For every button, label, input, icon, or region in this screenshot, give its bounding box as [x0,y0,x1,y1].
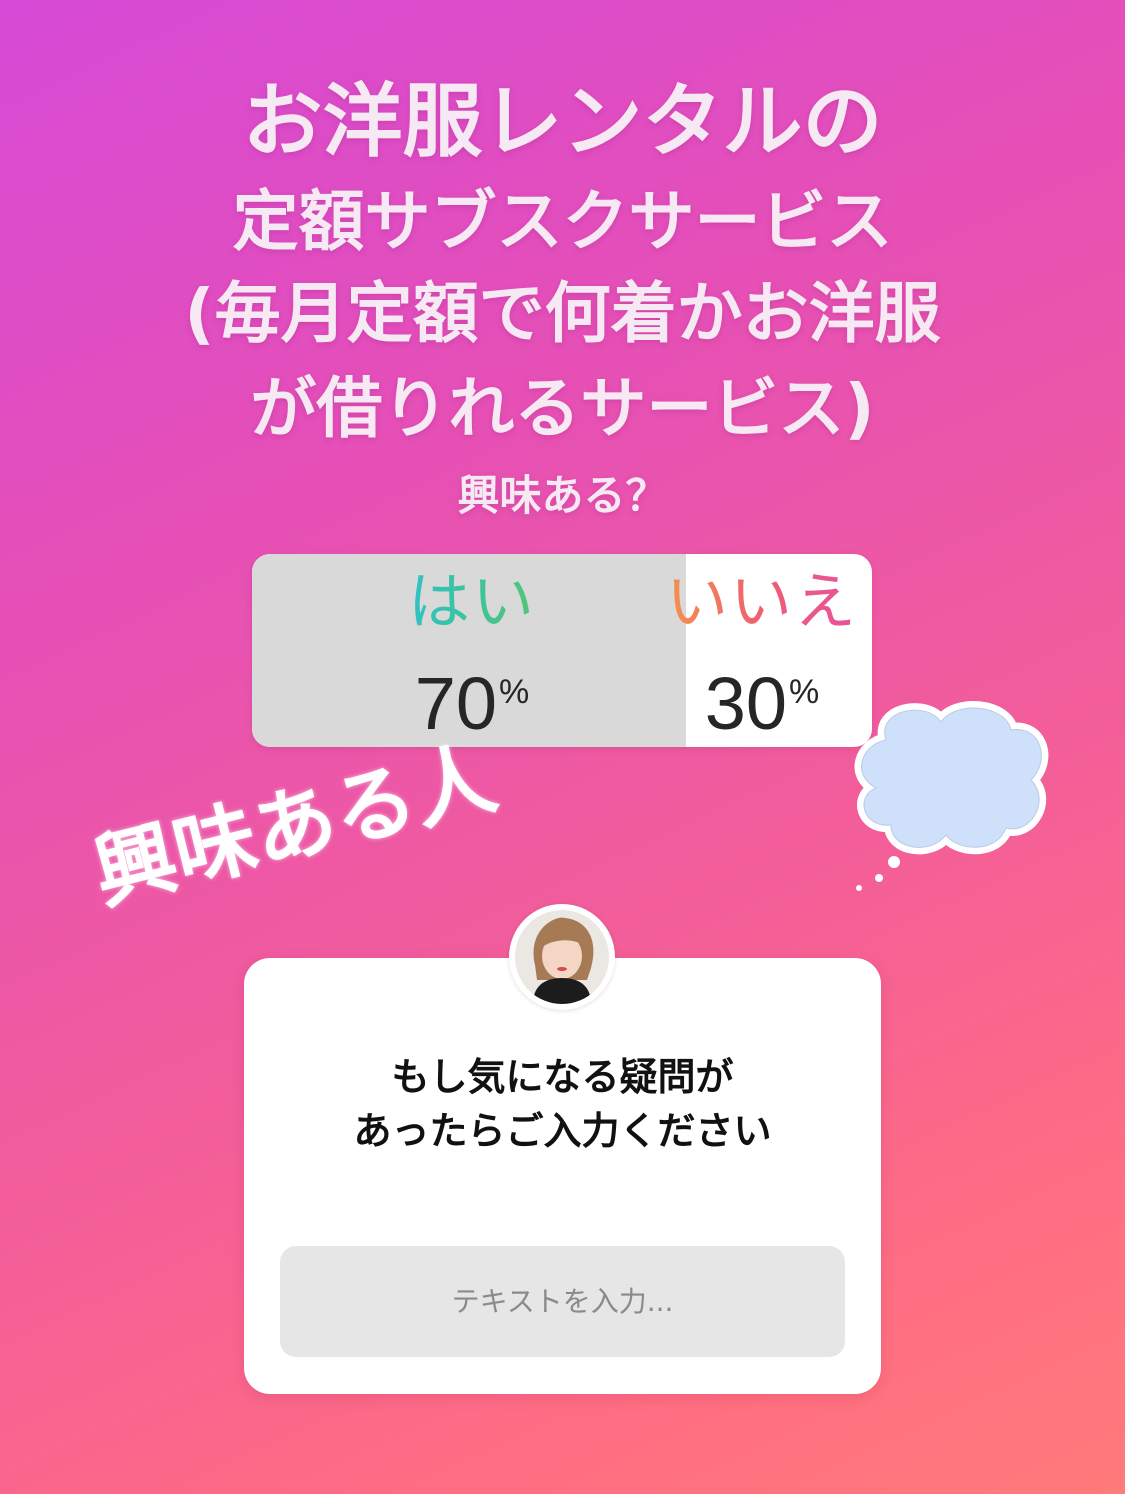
question-answer-input[interactable] [280,1246,845,1357]
poll-option-yes-percent: 70 [414,662,498,745]
poll-option-yes-percent-sign: % [499,673,530,711]
caption-text: 興味ある人 [84,730,506,923]
poll-option-yes[interactable]: はい 70% [362,554,582,747]
question-prompt-line-2: あったらご入力ください [353,1109,772,1153]
story-title-line-1: お洋服レンタルの [242,75,883,168]
question-sticker: もし気になる疑問が あったらご入力ください [244,958,881,1394]
poll-option-no-result: 30% [652,650,872,746]
story-title-line-3: (毎月定額で何着かお洋服 [184,275,941,352]
poll-option-no-label: いいえ [652,562,872,642]
poll-option-no-percent-sign: % [789,673,820,711]
poll-sticker: はい 70% いいえ 30% [252,554,872,747]
poll-option-no[interactable]: いいえ 30% [652,554,872,747]
story-subtitle: 興味ある？ [457,471,668,520]
poll-option-yes-label: はい [362,562,582,642]
question-prompt-line-1: もし気になる疑問が [391,1055,734,1099]
story-title-line-4: が借りれるサービス) [250,370,875,447]
question-prompt: もし気になる疑問が あったらご入力ください [244,1050,881,1158]
thought-cloud-icon [846,700,1056,900]
user-avatar-icon [509,904,615,1010]
story-title-line-2: 定額サブスクサービス [232,183,893,260]
poll-option-no-percent: 30 [704,662,788,745]
